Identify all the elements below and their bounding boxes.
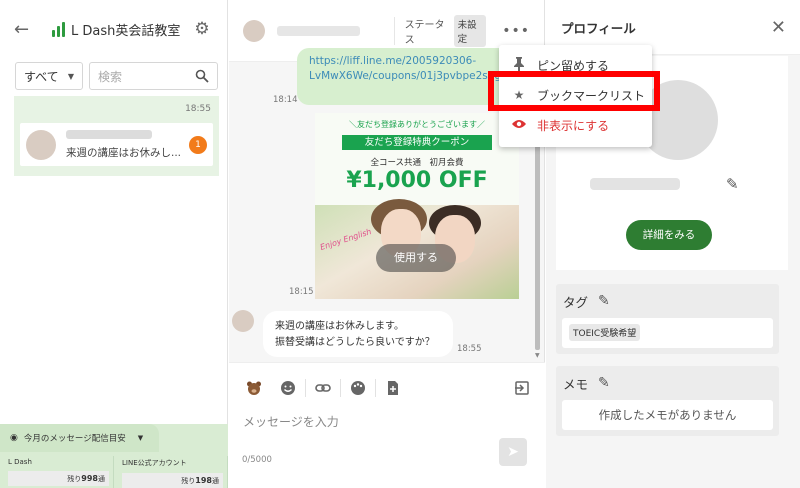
use-coupon-button[interactable]: 使用する [376, 244, 456, 272]
conversation-preview: 来週の講座はお休みし... [66, 146, 182, 159]
send-icon: ➤ [507, 444, 519, 460]
search-placeholder: 検索 [98, 69, 123, 84]
view-details-button[interactable]: 詳細をみる [626, 220, 712, 250]
menu-item-label: 非表示にする [537, 118, 610, 133]
status-label: ステータス [404, 19, 445, 46]
bear-sticker-icon[interactable] [245, 379, 263, 397]
tag-section: タグ ✎ TOEIC受験希望 [556, 284, 779, 354]
coupon-ribbon: 友だち登録特典クーポン [342, 135, 492, 150]
scroll-down-icon[interactable]: ▼ [535, 352, 540, 359]
chevron-down-icon: ▼ [67, 71, 74, 81]
close-icon[interactable]: ✕ [771, 17, 786, 38]
character-counter: 0/5000 [242, 455, 272, 465]
chevron-down-icon: ▼ [137, 434, 144, 442]
edit-memo-icon[interactable]: ✎ [598, 375, 610, 391]
back-arrow-icon[interactable]: ← [14, 19, 38, 40]
sidebar-header: ← L Dash英会話教室 ⚙ [0, 0, 227, 58]
filter-row: すべて ▼ 検索 [0, 60, 227, 92]
brand-name: L Dash英会話教室 [71, 23, 181, 39]
quota-line-label: LINE公式アカウント [122, 459, 187, 467]
edit-name-icon[interactable]: ✎ [726, 175, 739, 193]
memo-section: メモ ✎ 作成したメモがありません [556, 366, 779, 436]
add-file-icon[interactable] [384, 379, 402, 397]
link-icon[interactable] [314, 379, 332, 397]
emoji-icon[interactable] [279, 379, 297, 397]
list-time: 18:55 [185, 104, 211, 114]
quota-line-value: 198 [195, 476, 212, 485]
brand: L Dash英会話教室 [52, 20, 180, 39]
message-input[interactable]: メッセージを入力 [243, 413, 545, 430]
blurred-user-name [277, 25, 360, 36]
send-button[interactable]: ➤ [499, 438, 527, 466]
incoming-message: 来週の講座はお休みします。 振替受講はどうしたら良いですか？ [263, 311, 453, 357]
more-options-icon[interactable]: ••• [502, 23, 530, 39]
menu-item-hide[interactable]: 非表示にする [499, 110, 652, 140]
blurred-user-name [590, 178, 680, 190]
filter-dropdown-label: すべて [24, 69, 59, 84]
status-badge[interactable]: 未設定 [453, 14, 487, 47]
tag-label: タグ [563, 294, 589, 310]
memo-label: メモ [563, 376, 589, 392]
quota-ldash: L Dash 残り998通 [0, 456, 114, 488]
quota-toggle[interactable]: ◉ 今月のメッセージ配信目安 ▼ [0, 424, 159, 452]
profile-title: プロフィール [561, 20, 636, 36]
quota-title: 今月のメッセージ配信目安 [23, 434, 126, 444]
chat-scrollbar[interactable] [535, 128, 540, 350]
incoming-message-line1: 来週の講座はお休みします。 [275, 321, 404, 332]
gear-icon[interactable]: ⚙ [194, 19, 209, 39]
memo-empty-text: 作成したメモがありません [562, 400, 773, 430]
coupon-price: ¥1,000 OFF [346, 168, 488, 193]
avatar [243, 19, 265, 42]
quota-line: LINE公式アカウント 残り198通 [114, 456, 228, 488]
conversation-item[interactable]: 来週の講座はお休みし... 1 [20, 123, 213, 166]
conversation-sidebar: ← L Dash英会話教室 ⚙ すべて ▼ 検索 18:55 来週の講座はお休み… [0, 0, 228, 488]
filter-dropdown[interactable]: すべて ▼ [15, 62, 83, 90]
message-time: 18:14 [273, 95, 298, 105]
message-composer: メッセージを入力 0/5000 ➤ [229, 362, 545, 488]
coupon-top-text: ＼友だち登録ありがとうございます／ [349, 120, 485, 129]
coupon-subtitle: 全コース共通 初月会費 [370, 158, 464, 168]
transfer-icon[interactable] [513, 379, 531, 397]
message-time: 18:55 [457, 344, 482, 354]
broadcast-icon: ◉ [10, 433, 18, 443]
search-icon[interactable] [195, 69, 209, 83]
search-input[interactable]: 検索 [89, 62, 218, 90]
avatar [26, 129, 56, 160]
unread-badge: 1 [189, 135, 207, 154]
incoming-message-line2: 振替受講はどうしたら良いですか？ [275, 337, 435, 348]
quota-ldash-label: L Dash [8, 458, 32, 466]
quota-ldash-value: 998 [81, 474, 98, 483]
conversation-list: 18:55 来週の講座はお休みし... 1 [14, 96, 219, 176]
tag-list: TOEIC受験希望 [562, 318, 773, 348]
message-time: 18:15 [289, 287, 314, 297]
coupon-photo: Enjoy English 使用する [315, 199, 519, 299]
highlight-box [488, 71, 660, 111]
eye-icon [511, 118, 527, 132]
avatar [232, 310, 254, 332]
coupon-enjoy-text: Enjoy English [318, 226, 373, 253]
palette-icon[interactable] [349, 379, 367, 397]
coupon-card: ＼友だち登録ありがとうございます／ 友だち登録特典クーポン 全コース共通 初月会… [315, 113, 519, 299]
edit-tag-icon[interactable]: ✎ [598, 293, 610, 309]
tag-chip[interactable]: TOEIC受験希望 [569, 324, 641, 341]
blurred-user-name [66, 129, 152, 139]
message-quota-panel: ◉ 今月のメッセージ配信目安 ▼ L Dash 残り998通 LINE公式アカウ… [0, 424, 228, 488]
brand-logo-icon [52, 21, 65, 37]
composer-toolbar [229, 363, 545, 413]
